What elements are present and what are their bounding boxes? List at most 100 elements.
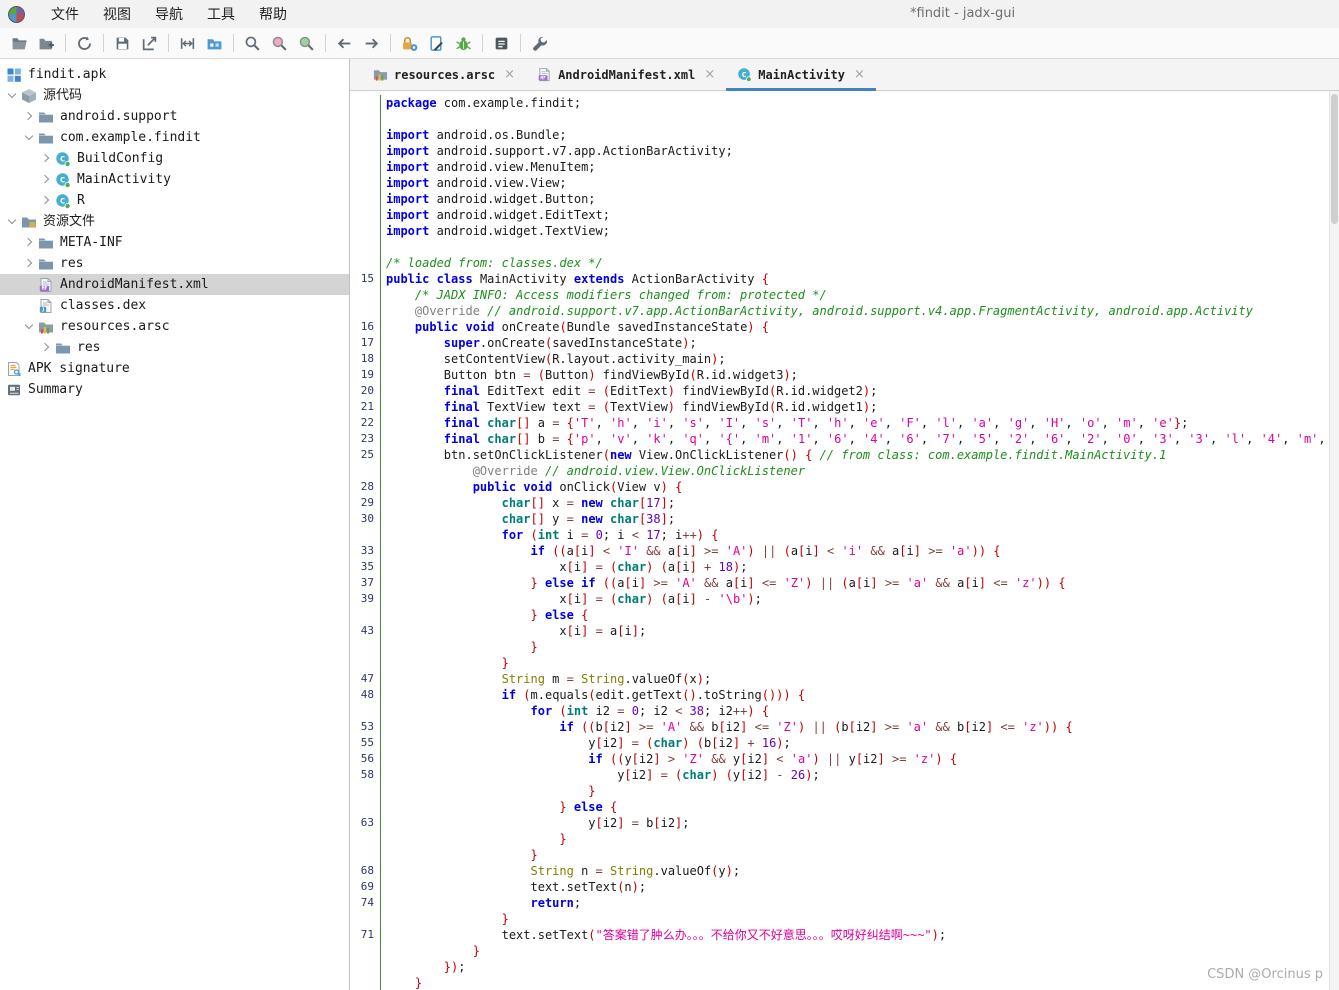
reload-button[interactable] bbox=[71, 31, 98, 56]
code-line[interactable]: import android.support.v7.app.ActionBarA… bbox=[350, 143, 1339, 159]
code-line[interactable] bbox=[350, 111, 1339, 127]
tree-item-mainactivity[interactable]: c MainActivity bbox=[0, 169, 349, 190]
chevron-expanded-icon[interactable] bbox=[23, 132, 35, 144]
search-class-button[interactable] bbox=[266, 31, 293, 56]
code-line[interactable]: for (int i = 0; i < 17; i++) { bbox=[350, 527, 1339, 543]
menu-item-4[interactable]: 工具 bbox=[195, 3, 247, 27]
chevron-collapsed-icon[interactable] bbox=[40, 342, 52, 354]
code-line-47[interactable]: 47 String m = String.valueOf(x); bbox=[350, 671, 1339, 687]
code-line-28[interactable]: 28 public void onClick(View v) { bbox=[350, 479, 1339, 495]
open-file-button[interactable] bbox=[6, 31, 33, 56]
tree-item-res[interactable]: res bbox=[0, 337, 349, 358]
code-line[interactable]: import android.widget.EditText; bbox=[350, 207, 1339, 223]
preferences-button[interactable] bbox=[526, 31, 553, 56]
tree-item--[interactable]: 源代码 bbox=[0, 85, 349, 106]
tree-item-res[interactable]: res bbox=[0, 253, 349, 274]
menu-item-2[interactable]: 视图 bbox=[91, 3, 143, 27]
code-line[interactable]: /* JADX INFO: Access modifiers changed f… bbox=[350, 287, 1339, 303]
code-line[interactable]: } bbox=[350, 783, 1339, 799]
chevron-collapsed-icon[interactable] bbox=[40, 174, 52, 186]
code-line-37[interactable]: 37 } else if ((a[i] >= 'A' && a[i] <= 'Z… bbox=[350, 575, 1339, 591]
code-line-71[interactable]: 71 text.setText("答案错了肿么办。。。不给你又不好意思。。。哎呀… bbox=[350, 927, 1339, 943]
code-line-23[interactable]: 23 final char[] b = {'p', 'v', 'k', 'q',… bbox=[350, 431, 1339, 447]
code-line-35[interactable]: 35 x[i] = (char) (a[i] + 18); bbox=[350, 559, 1339, 575]
deobfuscation-button[interactable] bbox=[396, 31, 423, 56]
code-line[interactable]: @Override // android.support.v7.app.Acti… bbox=[350, 303, 1339, 319]
code-line-69[interactable]: 69 text.setText(n); bbox=[350, 879, 1339, 895]
code-line[interactable]: import android.widget.Button; bbox=[350, 191, 1339, 207]
tree-item-classes.dex[interactable]: Jclasses.dex bbox=[0, 295, 349, 316]
code-line[interactable]: }); bbox=[350, 959, 1339, 975]
code-line-15[interactable]: 15 public class MainActivity extends Acti… bbox=[350, 271, 1339, 287]
chevron-expanded-icon[interactable] bbox=[6, 216, 18, 228]
tree-item-android.support[interactable]: android.support bbox=[0, 106, 349, 127]
tree-item-apk-signature[interactable]: APK signature bbox=[0, 358, 349, 379]
log-viewer-button[interactable] bbox=[488, 31, 515, 56]
vertical-scrollbar[interactable] bbox=[1329, 91, 1339, 990]
chevron-collapsed-icon[interactable] bbox=[40, 195, 52, 207]
code-line-68[interactable]: 68 String n = String.valueOf(y); bbox=[350, 863, 1339, 879]
code-line[interactable]: package com.example.findit; bbox=[350, 95, 1339, 111]
code-line-53[interactable]: 53 if ((b[i2] >= 'A' && b[i2] <= 'Z') ||… bbox=[350, 719, 1339, 735]
code-line[interactable] bbox=[350, 239, 1339, 255]
code-line-22[interactable]: 22 final char[] a = {'T', 'h', 'i', 's',… bbox=[350, 415, 1339, 431]
tab-close-icon[interactable]: × bbox=[704, 68, 715, 81]
code-line-58[interactable]: 58 y[i2] = (char) (y[i2] - 26); bbox=[350, 767, 1339, 783]
code-line[interactable]: import android.os.Bundle; bbox=[350, 127, 1339, 143]
menu-item-1[interactable]: 文件 bbox=[39, 3, 91, 27]
code-line[interactable]: import android.widget.TextView; bbox=[350, 223, 1339, 239]
code-viewer[interactable]: package com.example.findit; import androi… bbox=[350, 91, 1339, 990]
code-line[interactable]: import android.view.View; bbox=[350, 175, 1339, 191]
code-line[interactable]: } else { bbox=[350, 607, 1339, 623]
tab-resources.arsc[interactable]: resources.arsc × bbox=[362, 59, 526, 90]
tab-close-icon[interactable]: × bbox=[854, 68, 865, 81]
tab-mainactivity[interactable]: c MainActivity × bbox=[726, 59, 876, 91]
code-line[interactable]: } bbox=[350, 943, 1339, 959]
code-line-55[interactable]: 55 y[i2] = (char) (b[i2] + 16); bbox=[350, 735, 1339, 751]
tree-item-buildconfig[interactable]: c BuildConfig bbox=[0, 148, 349, 169]
code-line[interactable]: for (int i2 = 0; i2 < 38; i2++) { bbox=[350, 703, 1339, 719]
code-line-25[interactable]: 25 btn.setOnClickListener(new View.OnCli… bbox=[350, 447, 1339, 463]
save-all-button[interactable] bbox=[109, 31, 136, 56]
code-line-63[interactable]: 63 y[i2] = b[i2]; bbox=[350, 815, 1339, 831]
code-line-43[interactable]: 43 x[i] = a[i]; bbox=[350, 623, 1339, 639]
code-line[interactable]: import android.view.MenuItem; bbox=[350, 159, 1339, 175]
tree-item-resources.arsc[interactable]: resources.arsc bbox=[0, 316, 349, 337]
code-line[interactable]: @Override // android.view.View.OnClickLi… bbox=[350, 463, 1339, 479]
code-line-56[interactable]: 56 if ((y[i2] > 'Z' && y[i2] < 'a') || y… bbox=[350, 751, 1339, 767]
code-line[interactable]: } bbox=[350, 847, 1339, 863]
code-line-48[interactable]: 48 if (m.equals(edit.getText().toString(… bbox=[350, 687, 1339, 703]
quark-engine-button[interactable] bbox=[423, 31, 450, 56]
search-comment-button[interactable] bbox=[293, 31, 320, 56]
debugger-button[interactable] bbox=[450, 31, 477, 56]
nav-forward-button[interactable] bbox=[358, 31, 385, 56]
menu-item-3[interactable]: 导航 bbox=[143, 3, 195, 27]
tree-item-com.example.findit[interactable]: com.example.findit bbox=[0, 127, 349, 148]
code-line[interactable]: /* loaded from: classes.dex */ bbox=[350, 255, 1339, 271]
code-line-33[interactable]: 33 if ((a[i] < 'I' && a[i] >= 'A') || (a… bbox=[350, 543, 1339, 559]
flat-packages-button[interactable] bbox=[201, 31, 228, 56]
chevron-expanded-icon[interactable] bbox=[23, 321, 35, 333]
tab-androidmanifest.xml[interactable]: MF AndroidManifest.xml × bbox=[526, 59, 726, 90]
code-line[interactable]: } bbox=[350, 639, 1339, 655]
code-line-18[interactable]: 18 setContentView(R.layout.activity_main… bbox=[350, 351, 1339, 367]
code-line-16[interactable]: 16 public void onCreate(Bundle savedInst… bbox=[350, 319, 1339, 335]
tab-close-icon[interactable]: × bbox=[504, 68, 515, 81]
code-line-29[interactable]: 29 char[] x = new char[17]; bbox=[350, 495, 1339, 511]
tree-item-androidmanifest.xml[interactable]: MF AndroidManifest.xml bbox=[0, 274, 349, 295]
word-wrap-button[interactable] bbox=[174, 31, 201, 56]
code-line-20[interactable]: 20 final EditText edit = (EditText) find… bbox=[350, 383, 1339, 399]
tree-item-r[interactable]: cR bbox=[0, 190, 349, 211]
search-text-button[interactable] bbox=[239, 31, 266, 56]
code-line-30[interactable]: 30 char[] y = new char[38]; bbox=[350, 511, 1339, 527]
tree-item-findit.apk[interactable]: findit.apk bbox=[0, 64, 349, 85]
export-code-button[interactable] bbox=[136, 31, 163, 56]
menu-item-5[interactable]: 帮助 bbox=[247, 3, 299, 27]
code-line-74[interactable]: 74 return; bbox=[350, 895, 1339, 911]
tree-item-summary[interactable]: Summary bbox=[0, 379, 349, 400]
code-line-39[interactable]: 39 x[i] = (char) (a[i] - '\b'); bbox=[350, 591, 1339, 607]
chevron-collapsed-icon[interactable] bbox=[23, 237, 35, 249]
code-line[interactable]: } bbox=[350, 911, 1339, 927]
add-files-button[interactable] bbox=[33, 31, 60, 56]
code-line-17[interactable]: 17 super.onCreate(savedInstanceState); bbox=[350, 335, 1339, 351]
